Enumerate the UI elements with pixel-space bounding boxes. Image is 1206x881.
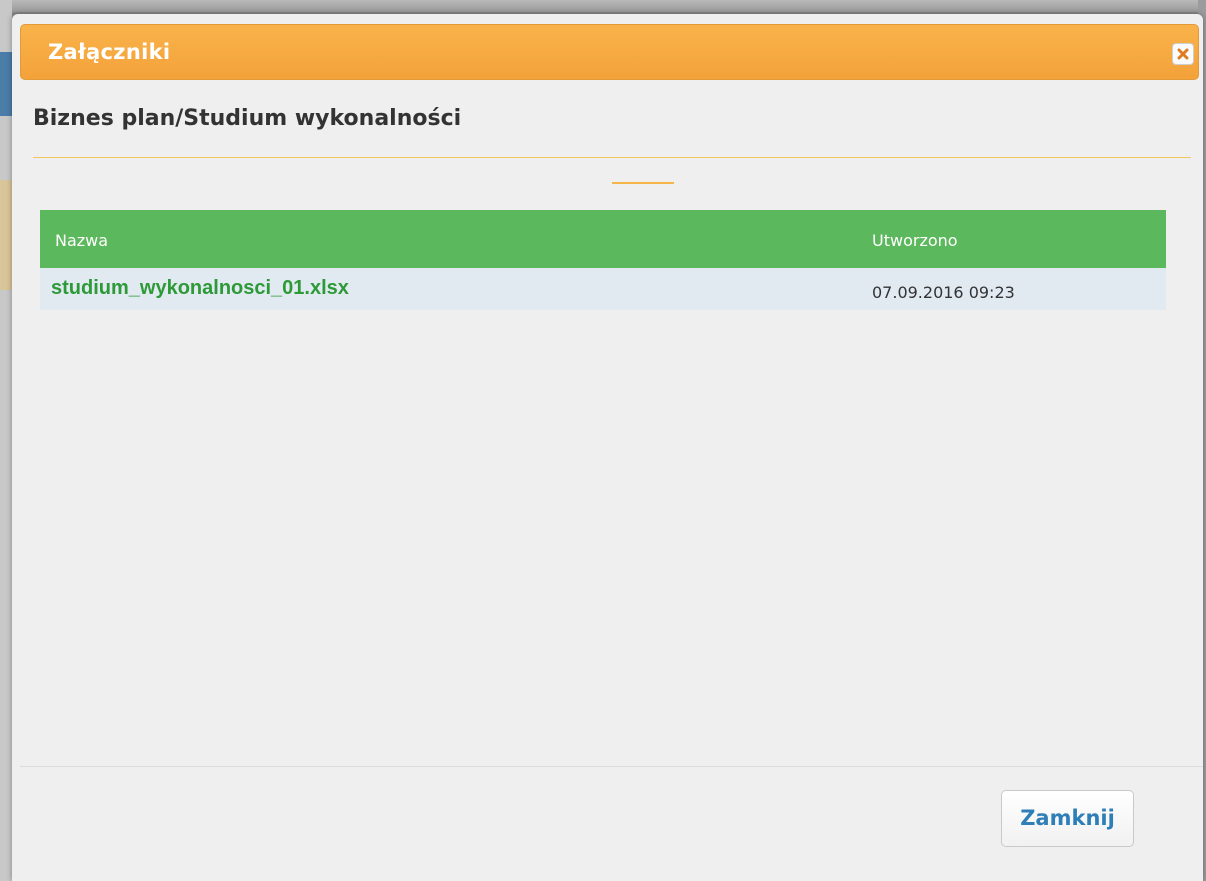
dialog-header: Załączniki xyxy=(20,24,1199,80)
column-header-created[interactable]: Utworzono xyxy=(872,231,958,250)
table-header: Nazwa Utworzono xyxy=(40,210,1166,268)
column-header-name[interactable]: Nazwa xyxy=(55,231,108,250)
footer-divider xyxy=(20,766,1203,767)
background-page-left xyxy=(0,0,12,881)
section-divider xyxy=(33,157,1191,158)
close-button[interactable]: Zamknij xyxy=(1001,790,1134,847)
attachments-dialog: Załączniki Biznes plan/Studium wykonalno… xyxy=(12,14,1203,881)
attachment-created-date: 07.09.2016 09:23 xyxy=(872,283,1015,302)
attachment-file-link[interactable]: studium_wykonalnosci_01.xlsx xyxy=(51,277,349,300)
close-icon xyxy=(1177,48,1189,60)
attachments-table: Nazwa Utworzono studium_wykonalnosci_01.… xyxy=(40,210,1166,310)
background-page-panel xyxy=(0,180,12,290)
dialog-title: Załączniki xyxy=(48,40,171,64)
decorative-dash xyxy=(612,182,674,184)
background-page-top xyxy=(0,0,1206,12)
dialog-close-button[interactable] xyxy=(1172,43,1194,65)
table-row: studium_wykonalnosci_01.xlsx 07.09.2016 … xyxy=(40,268,1166,310)
section-title: Biznes plan/Studium wykonalności xyxy=(33,106,462,131)
background-page-accent xyxy=(0,52,12,116)
